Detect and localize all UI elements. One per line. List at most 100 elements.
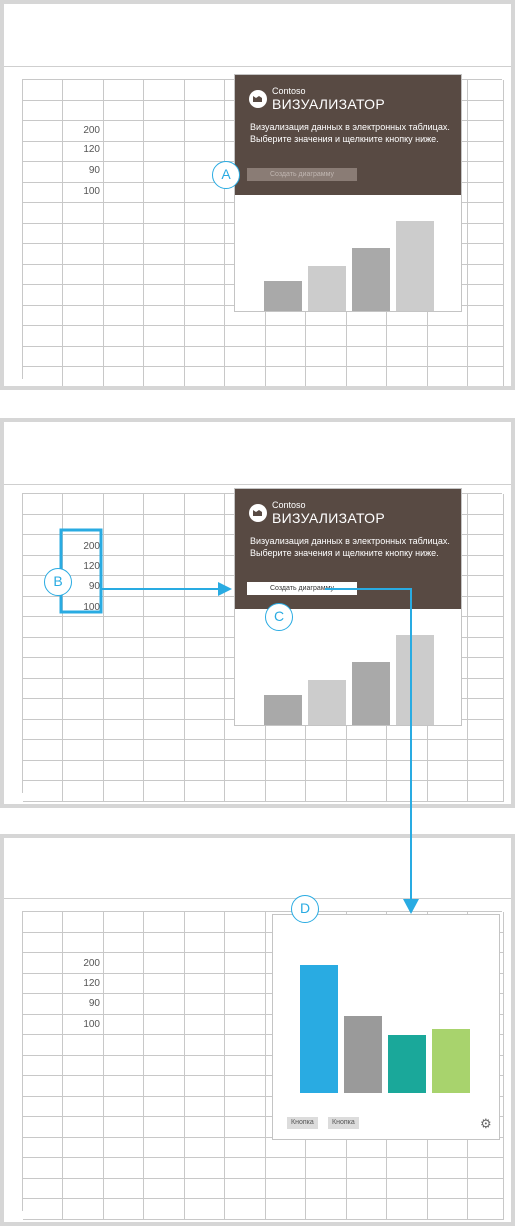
grid-cell[interactable]: [63, 719, 104, 740]
grid-cell[interactable]: [63, 1055, 104, 1076]
grid-cell[interactable]: [387, 1199, 428, 1220]
grid-cell[interactable]: [104, 264, 144, 285]
grid-cell[interactable]: [468, 699, 504, 720]
grid-cell[interactable]: [266, 326, 306, 347]
grid-cell[interactable]: [468, 162, 504, 183]
create-chart-button[interactable]: Создать диаграмму: [247, 168, 357, 181]
grid-cell[interactable]: [266, 1199, 306, 1220]
grid-cell[interactable]: [185, 781, 225, 802]
grid-cell[interactable]: [225, 912, 266, 933]
grid-cell[interactable]: [185, 932, 225, 953]
grid-cell[interactable]: [468, 264, 504, 285]
grid-cell[interactable]: [63, 658, 104, 679]
grid-cell[interactable]: [144, 100, 185, 121]
grid-cell[interactable]: [185, 576, 225, 597]
grid-cell[interactable]: [23, 953, 63, 974]
grid-cell[interactable]: [63, 1137, 104, 1158]
grid-cell[interactable]: [225, 973, 266, 994]
grid-cell[interactable]: [23, 1096, 63, 1117]
grid-cell[interactable]: [185, 326, 225, 347]
grid-cell[interactable]: [266, 346, 306, 367]
grid-cell[interactable]: [144, 367, 185, 386]
grid-cell[interactable]: [144, 678, 185, 699]
grid-cell[interactable]: [144, 596, 185, 617]
grid-cell[interactable]: [23, 1014, 63, 1035]
grid-cell[interactable]: [306, 781, 347, 802]
grid-cell[interactable]: [144, 305, 185, 326]
grid-cell[interactable]: [185, 1035, 225, 1056]
grid-cell[interactable]: [185, 1014, 225, 1035]
grid-cell[interactable]: [63, 346, 104, 367]
grid-cell[interactable]: [225, 1055, 266, 1076]
grid-cell[interactable]: [185, 367, 225, 386]
grid-cell[interactable]: [185, 223, 225, 244]
grid-cell[interactable]: [104, 346, 144, 367]
grid-cell[interactable]: [104, 1178, 144, 1199]
grid-cell[interactable]: [104, 576, 144, 597]
grid-cell[interactable]: [144, 555, 185, 576]
grid-cell[interactable]: [347, 740, 387, 761]
grid-cell[interactable]: [468, 1137, 504, 1158]
grid-cell[interactable]: [347, 781, 387, 802]
grid-cell[interactable]: [104, 678, 144, 699]
grid-cell[interactable]: [468, 555, 504, 576]
grid-cell[interactable]: [347, 326, 387, 347]
grid-cell[interactable]: [185, 203, 225, 224]
grid-cell[interactable]: [347, 760, 387, 781]
grid-cell[interactable]: [23, 141, 63, 162]
grid-cell[interactable]: [428, 760, 468, 781]
grid-cell[interactable]: [387, 1178, 428, 1199]
grid-cell[interactable]: [347, 1137, 387, 1158]
grid-cell[interactable]: [428, 1178, 468, 1199]
grid-cell[interactable]: [144, 973, 185, 994]
grid-cell[interactable]: [23, 740, 63, 761]
grid-cell[interactable]: [266, 1137, 306, 1158]
grid-cell[interactable]: [104, 121, 144, 142]
grid-cell[interactable]: [428, 367, 468, 386]
grid-cell[interactable]: [104, 494, 144, 515]
grid-cell[interactable]: [63, 244, 104, 265]
grid-cell[interactable]: [23, 326, 63, 347]
grid-cell[interactable]: [144, 1178, 185, 1199]
grid-cell[interactable]: [104, 555, 144, 576]
grid-cell[interactable]: [185, 80, 225, 101]
grid-cell[interactable]: [104, 203, 144, 224]
grid-cell[interactable]: [104, 1076, 144, 1097]
grid-cell[interactable]: [63, 932, 104, 953]
grid-cell[interactable]: [428, 740, 468, 761]
grid-cell[interactable]: [23, 162, 63, 183]
grid-cell[interactable]: [428, 1137, 468, 1158]
grid-cell[interactable]: [468, 740, 504, 761]
grid-cell[interactable]: [387, 1158, 428, 1179]
grid-cell[interactable]: [104, 1096, 144, 1117]
grid-cell[interactable]: [185, 1096, 225, 1117]
grid-cell[interactable]: [185, 1076, 225, 1097]
grid-cell[interactable]: [185, 141, 225, 162]
grid-cell[interactable]: [104, 1117, 144, 1138]
grid-cell[interactable]: [468, 121, 504, 142]
grid-cell[interactable]: [23, 535, 63, 556]
grid-cell[interactable]: [266, 1158, 306, 1179]
grid-cell[interactable]: [63, 100, 104, 121]
grid-cell[interactable]: [144, 514, 185, 535]
cell-value[interactable]: 100: [60, 186, 100, 197]
grid-cell[interactable]: [23, 514, 63, 535]
grid-cell[interactable]: [144, 1117, 185, 1138]
grid-cell[interactable]: [185, 1199, 225, 1220]
grid-cell[interactable]: [104, 740, 144, 761]
grid-cell[interactable]: [104, 80, 144, 101]
grid-cell[interactable]: [185, 617, 225, 638]
grid-cell[interactable]: [468, 1178, 504, 1199]
grid-cell[interactable]: [185, 1055, 225, 1076]
grid-cell[interactable]: [185, 596, 225, 617]
grid-cell[interactable]: [468, 658, 504, 679]
grid-cell[interactable]: [185, 1137, 225, 1158]
grid-cell[interactable]: [63, 617, 104, 638]
gear-icon[interactable]: ⚙: [480, 1117, 492, 1130]
grid-cell[interactable]: [144, 1055, 185, 1076]
grid-cell[interactable]: [266, 760, 306, 781]
grid-cell[interactable]: [468, 617, 504, 638]
grid-cell[interactable]: [63, 1076, 104, 1097]
addin-button-2[interactable]: Кнопка: [328, 1117, 359, 1129]
grid-cell[interactable]: [185, 535, 225, 556]
